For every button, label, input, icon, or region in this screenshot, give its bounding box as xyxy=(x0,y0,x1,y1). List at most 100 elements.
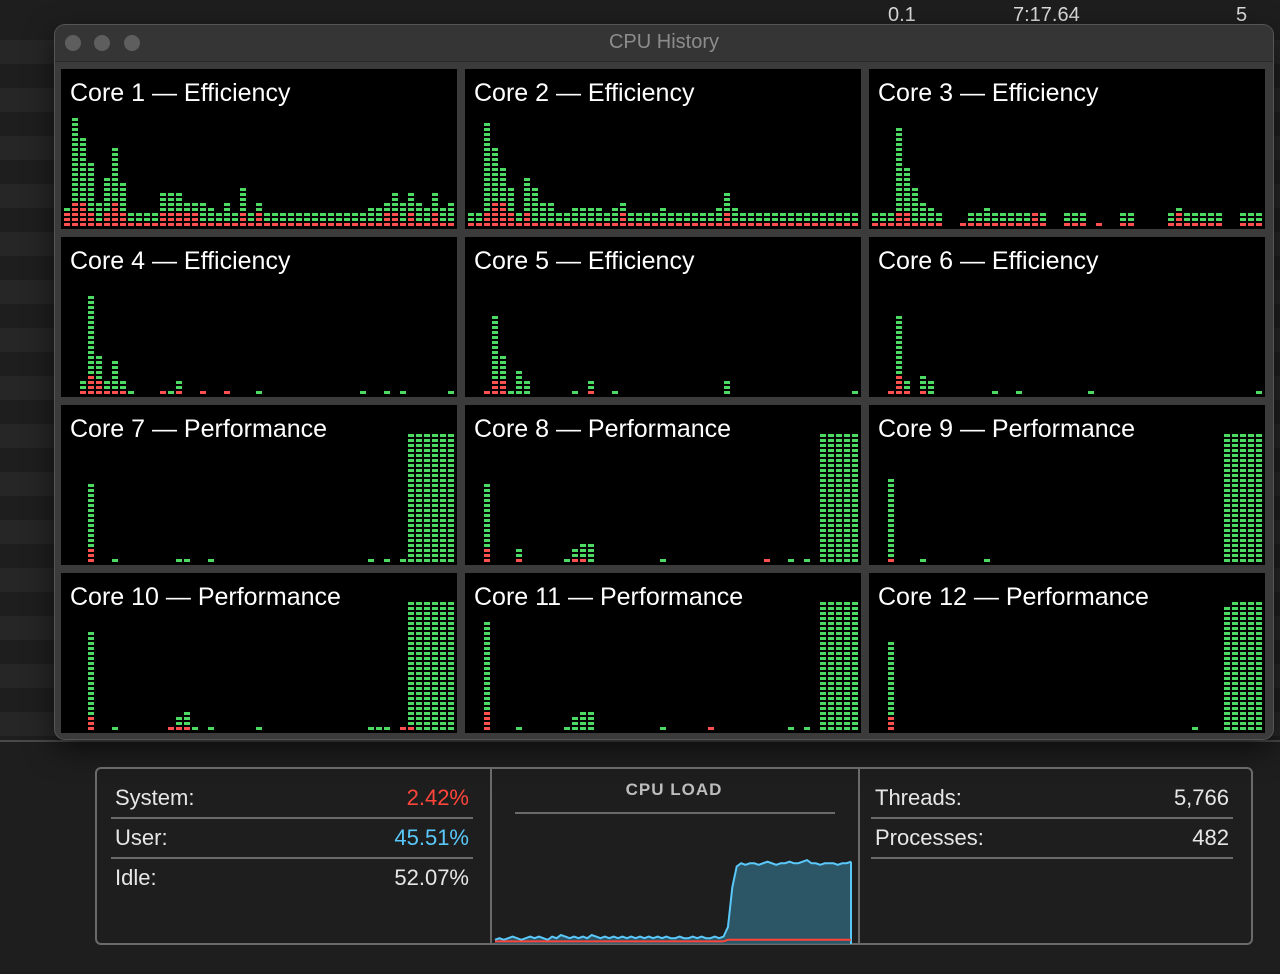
user-load-cell xyxy=(416,697,422,700)
user-load-cell xyxy=(432,469,438,472)
user-load-cell xyxy=(556,213,562,216)
user-load-cell xyxy=(820,559,826,562)
user-load-cell xyxy=(72,188,78,191)
user-load-cell xyxy=(88,361,94,364)
user-load-cell xyxy=(408,617,414,620)
user-load-cell xyxy=(852,524,858,527)
user-load-cell xyxy=(888,519,894,522)
user-load-cell xyxy=(1224,539,1230,542)
user-load-cell xyxy=(80,188,86,191)
window-titlebar[interactable]: CPU History xyxy=(55,25,1273,62)
core-panel: Core 2 — Efficiency xyxy=(465,69,861,229)
user-load-cell xyxy=(416,464,422,467)
user-load-cell xyxy=(1080,218,1086,221)
core-panel: Core 9 — Performance xyxy=(869,405,1265,565)
user-load-cell xyxy=(432,559,438,562)
user-load-cell xyxy=(1256,539,1262,542)
user-load-cell xyxy=(416,612,422,615)
user-load-cell xyxy=(1240,479,1246,482)
user-load-cell xyxy=(416,539,422,542)
cpu-load-graph xyxy=(494,858,852,944)
user-load-cell xyxy=(844,529,850,532)
user-load-cell xyxy=(1016,213,1022,216)
user-load-cell xyxy=(1248,444,1254,447)
user-load-cell xyxy=(424,444,430,447)
core-panel: Core 7 — Performance xyxy=(61,405,457,565)
user-load-cell xyxy=(440,544,446,547)
user-load-cell xyxy=(896,193,902,196)
user-load-cell xyxy=(1240,677,1246,680)
user-load-cell xyxy=(820,612,826,615)
user-load-cell xyxy=(96,218,102,221)
user-load-cell xyxy=(1232,697,1238,700)
user-load-cell xyxy=(484,632,490,635)
user-load-cell xyxy=(852,554,858,557)
user-load-cell xyxy=(572,554,578,557)
user-load-cell xyxy=(432,637,438,640)
user-load-cell xyxy=(408,539,414,542)
user-load-cell xyxy=(112,193,118,196)
user-load-cell xyxy=(408,612,414,615)
user-load-cell xyxy=(1256,524,1262,527)
user-load-cell xyxy=(844,667,850,670)
user-load-cell xyxy=(484,143,490,146)
user-value: 45.51% xyxy=(394,825,469,850)
system-load-cell xyxy=(88,391,94,394)
user-load-cell xyxy=(80,138,86,141)
user-load-cell xyxy=(828,444,834,447)
user-load-cell xyxy=(820,702,826,705)
user-load-cell xyxy=(384,203,390,206)
user-load-cell xyxy=(852,612,858,615)
user-load-cell xyxy=(888,702,894,705)
user-load-cell xyxy=(844,559,850,562)
user-load-cell xyxy=(200,213,206,216)
user-load-cell xyxy=(1224,642,1230,645)
user-load-cell xyxy=(408,722,414,725)
user-load-cell xyxy=(112,178,118,181)
user-load-cell xyxy=(904,178,910,181)
user-load-cell xyxy=(88,203,94,206)
user-load-cell xyxy=(448,722,454,725)
user-load-cell xyxy=(828,642,834,645)
user-load-cell xyxy=(852,484,858,487)
system-load-cell xyxy=(484,717,490,720)
user-load-cell xyxy=(416,534,422,537)
user-load-cell xyxy=(1224,647,1230,650)
system-load-cell xyxy=(636,223,642,226)
user-load-cell xyxy=(1248,449,1254,452)
user-load-cell xyxy=(836,612,842,615)
user-load-cell xyxy=(820,717,826,720)
user-load-cell xyxy=(468,218,474,221)
user-load-cell xyxy=(516,391,522,394)
user-load-cell xyxy=(1232,444,1238,447)
user-load-cell xyxy=(516,727,522,730)
table-row[interactable]: 0.1 7:17.64 5 xyxy=(0,0,1280,26)
user-load-cell xyxy=(1232,539,1238,542)
user-load-cell xyxy=(484,203,490,206)
user-load-cell xyxy=(344,218,350,221)
system-load-cell xyxy=(120,391,126,394)
user-load-cell xyxy=(1248,667,1254,670)
user-load-cell xyxy=(836,494,842,497)
user-load-cell xyxy=(836,559,842,562)
user-load-cell xyxy=(484,642,490,645)
user-load-cell xyxy=(432,489,438,492)
user-load-cell xyxy=(448,607,454,610)
system-load-cell xyxy=(104,391,110,394)
user-load-cell xyxy=(408,554,414,557)
user-load-cell xyxy=(524,193,530,196)
user-load-cell xyxy=(424,484,430,487)
user-load-cell xyxy=(448,391,454,394)
user-load-cell xyxy=(732,208,738,211)
user-load-cell xyxy=(1008,213,1014,216)
system-load-cell xyxy=(852,223,858,226)
user-load-cell xyxy=(448,539,454,542)
user-load-cell xyxy=(120,183,126,186)
user-load-cell xyxy=(88,321,94,324)
user-load-cell xyxy=(88,193,94,196)
user-load-cell xyxy=(676,218,682,221)
user-load-cell xyxy=(644,218,650,221)
user-load-cell xyxy=(1248,218,1254,221)
user-load-cell xyxy=(408,559,414,562)
user-load-cell xyxy=(896,321,902,324)
